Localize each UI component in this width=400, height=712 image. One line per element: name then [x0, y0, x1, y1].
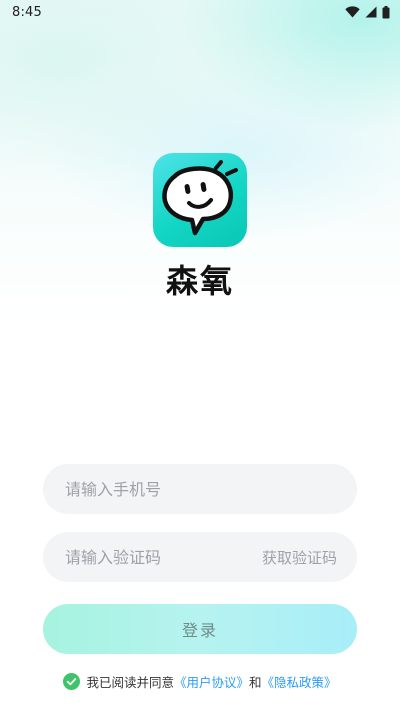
status-time: 8:45: [12, 4, 42, 20]
user-agreement-link[interactable]: 《用户协议》: [174, 672, 249, 691]
app-logo: [153, 153, 247, 247]
phone-field[interactable]: [43, 464, 357, 514]
agreement-conjunction: 和: [249, 675, 262, 690]
status-icons: [345, 5, 390, 19]
battery-icon: [382, 5, 390, 19]
verification-code-input[interactable]: [63, 546, 262, 568]
agreement-row: 我已阅读并同意 《用户协议》 和 《隐私政策》: [0, 672, 400, 691]
verification-code-field[interactable]: 获取验证码: [43, 532, 357, 582]
check-circle-icon: [63, 673, 81, 690]
privacy-policy-link[interactable]: 《隐私政策》: [262, 672, 337, 691]
chat-bubble-smile-icon: [162, 160, 238, 236]
agreement-checkbox[interactable]: [63, 673, 81, 690]
signal-icon: [365, 6, 377, 18]
status-bar: 8:45: [0, 0, 400, 24]
phone-input[interactable]: [63, 478, 337, 500]
get-code-button[interactable]: 获取验证码: [262, 547, 337, 568]
agreement-prefix: 我已阅读并同意: [86, 675, 174, 690]
login-button[interactable]: 登录: [43, 604, 357, 654]
wifi-icon: [345, 6, 360, 18]
app-name: 森氧: [165, 262, 234, 300]
